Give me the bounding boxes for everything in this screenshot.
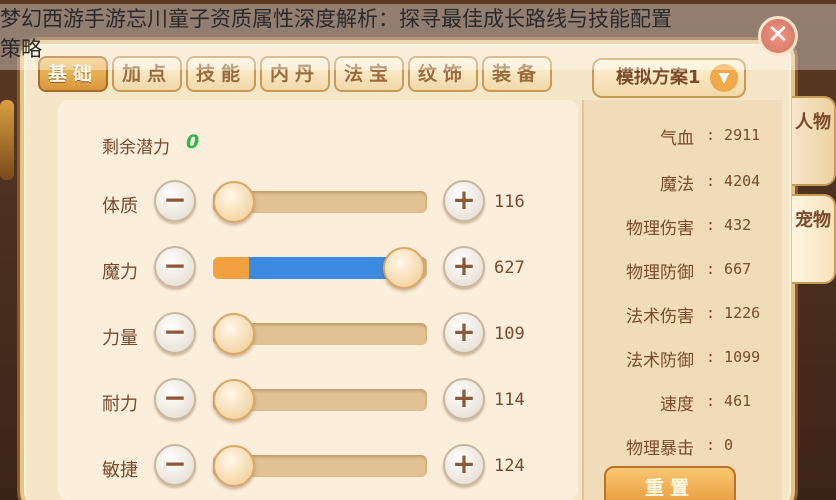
minus-icon[interactable]: −	[154, 444, 196, 486]
plus-icon[interactable]: +	[443, 246, 485, 288]
stat-slider[interactable]	[213, 313, 427, 355]
side-tab-character[interactable]: 人物	[792, 96, 836, 186]
side-tab-pet[interactable]: 宠物	[792, 194, 836, 284]
attribute-name: 物理暴击	[626, 439, 694, 459]
stat-row: 敏捷 − +124	[0, 444, 560, 494]
reset-button[interactable]: 重置	[604, 466, 736, 500]
stat-slider[interactable]	[213, 379, 427, 421]
attribute-value: : 461	[706, 392, 752, 410]
stat-value: 627	[494, 258, 525, 278]
minus-icon[interactable]: −	[154, 378, 196, 420]
attribute-name: 气血	[660, 129, 694, 149]
remaining-potential-value: 0	[186, 131, 200, 153]
minus-icon[interactable]: −	[154, 312, 196, 354]
stat-allocation-area	[58, 100, 578, 500]
attribute-value: : 1099	[706, 348, 761, 366]
minus-icon[interactable]: −	[154, 246, 196, 288]
attribute-name: 法术防御	[626, 351, 694, 371]
stat-name: 敏捷	[102, 460, 138, 481]
left-decoration	[0, 100, 14, 180]
attribute-name: 法术伤害	[626, 307, 694, 327]
stat-name: 耐力	[102, 394, 138, 415]
plus-icon[interactable]: +	[443, 378, 485, 420]
added-fill	[249, 257, 405, 279]
stat-row: 力量 − +109	[0, 312, 560, 362]
slider-knob[interactable]	[213, 379, 255, 421]
stat-row: 体质 − +116	[0, 180, 560, 230]
attribute-value: : 4204	[706, 172, 761, 190]
attribute-name: 魔法	[660, 175, 694, 195]
stat-value: 114	[494, 390, 525, 410]
minus-icon[interactable]: −	[154, 180, 196, 222]
attribute-name: 物理伤害	[626, 219, 694, 239]
plus-icon[interactable]: +	[443, 312, 485, 354]
attribute-name: 物理防御	[626, 263, 694, 283]
base-fill	[213, 257, 249, 279]
article-title-line-1: 梦幻西游手游忘川童子资质属性深度解析：探寻最佳成长路线与技能配置	[0, 7, 672, 31]
attribute-value: : 0	[706, 436, 734, 454]
stat-slider[interactable]	[213, 445, 427, 487]
stat-value: 109	[494, 324, 525, 344]
stat-name: 魔力	[102, 262, 138, 283]
attribute-value: : 432	[706, 216, 752, 234]
plus-icon[interactable]: +	[443, 180, 485, 222]
stat-slider[interactable]	[213, 181, 427, 223]
attribute-value: : 2911	[706, 126, 761, 144]
stat-row: 耐力 − +114	[0, 378, 560, 428]
slider-knob[interactable]	[383, 247, 425, 289]
stat-value: 116	[494, 192, 525, 212]
stat-slider[interactable]	[213, 247, 427, 289]
plus-icon[interactable]: +	[443, 444, 485, 486]
attribute-value: : 667	[706, 260, 752, 278]
stat-name: 力量	[102, 328, 138, 349]
remaining-potential-label: 剩余潜力	[102, 138, 170, 158]
stat-row: 魔力 − +627	[0, 246, 560, 296]
stat-value: 124	[494, 456, 525, 476]
slider-knob[interactable]	[213, 313, 255, 355]
slider-knob[interactable]	[213, 445, 255, 487]
article-title-overlay: 梦幻西游手游忘川童子资质属性深度解析：探寻最佳成长路线与技能配置 策略	[0, 4, 836, 74]
article-title-line-2: 策略	[0, 37, 42, 61]
stat-name: 体质	[102, 196, 138, 217]
attribute-name: 速度	[660, 395, 694, 415]
slider-knob[interactable]	[213, 181, 255, 223]
attribute-value: : 1226	[706, 304, 761, 322]
